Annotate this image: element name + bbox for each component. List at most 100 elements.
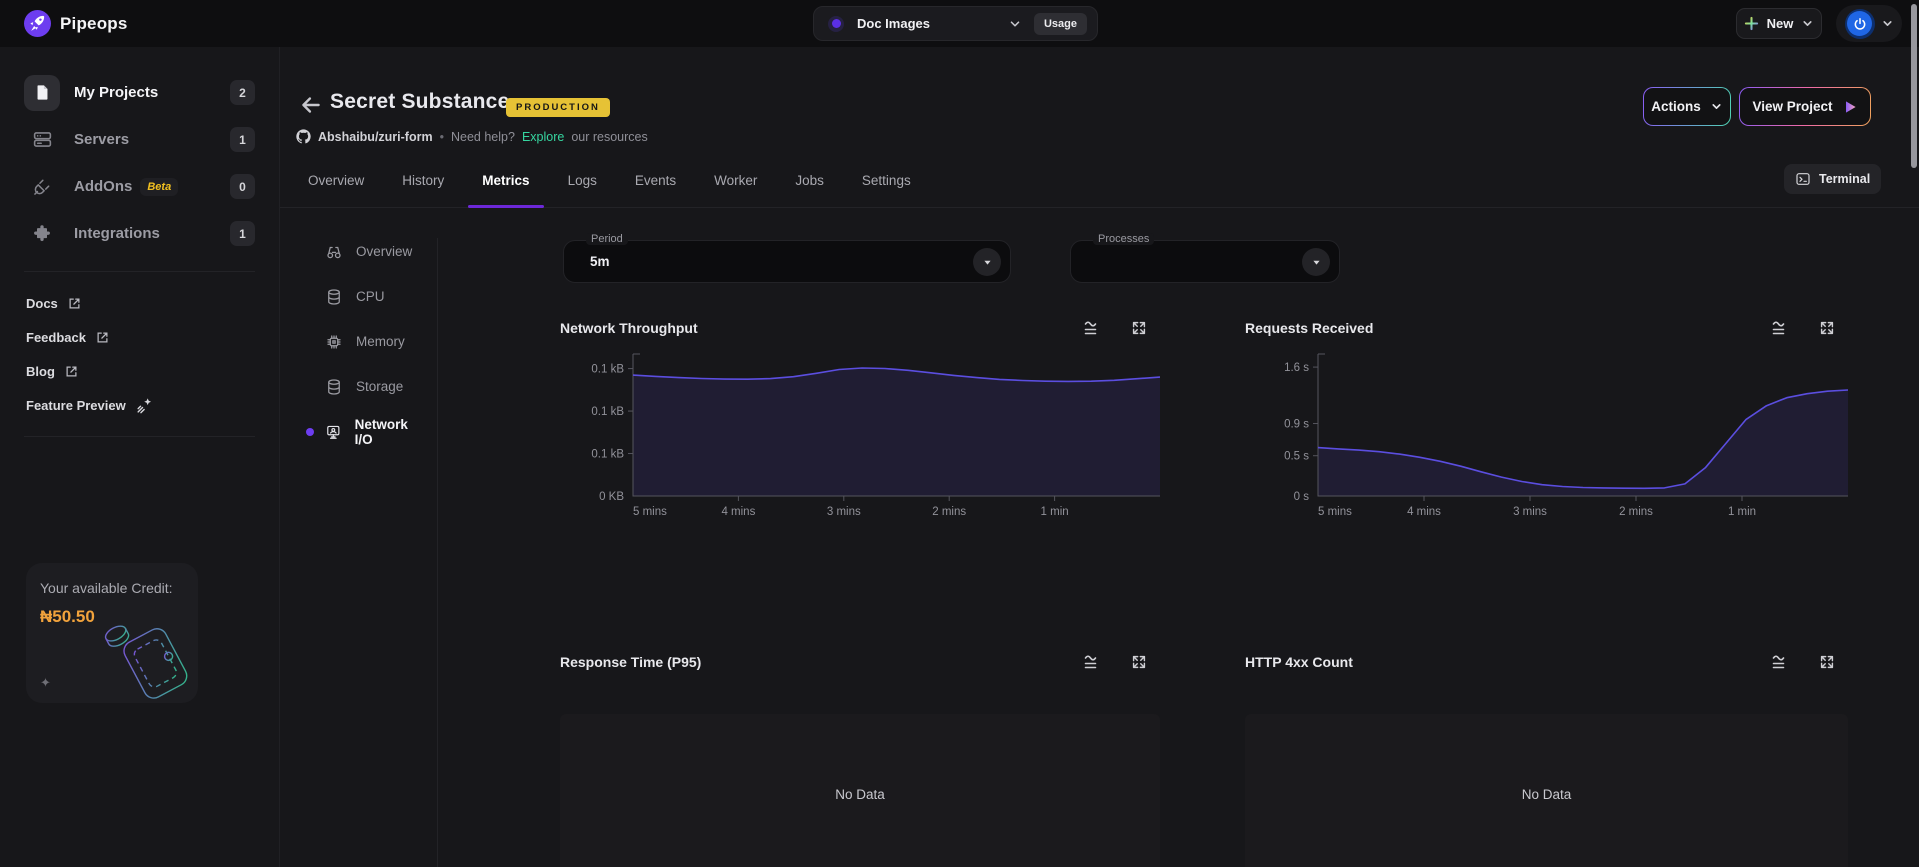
external-link-icon [97,332,108,342]
plus-icon [1744,16,1758,31]
tab-overview[interactable]: Overview [308,170,364,207]
expand-icon[interactable] [1130,319,1148,337]
expand-icon[interactable] [1818,653,1836,671]
sidebar-link-feedback[interactable]: Feedback [0,320,279,354]
link-label: Feedback [26,329,86,345]
power-icon [1854,17,1865,30]
sidebar-item-addons[interactable]: AddOns Beta 0 [0,163,279,210]
tab-jobs[interactable]: Jobs [795,170,824,207]
metrics-nav-cpu[interactable]: CPU [304,274,424,319]
back-button[interactable] [298,92,324,118]
external-link-icon [69,298,80,308]
sidebar-link-docs[interactable]: Docs [0,286,279,320]
tab-worker[interactable]: Worker [714,170,757,207]
chart-card-network-throughput: Network Throughput 0 KB 0.1 kB 0.1 kB 0.1 k… [560,318,1160,522]
new-button[interactable]: New [1736,8,1822,39]
chart-header: Requests Received [1245,318,1848,338]
sidebar-divider [24,271,255,272]
sidebar-item-my-projects[interactable]: My Projects 2 [0,69,279,116]
chart-card-requests-received: Requests Received 0 s 0.5 s 0.9 s 1.6 s 5 mi… [1245,318,1848,522]
metrics-nav-storage[interactable]: Storage [304,364,424,409]
servers-icon [24,122,60,158]
view-project-button[interactable]: View Project [1739,87,1871,126]
usage-badge[interactable]: Usage [1033,12,1087,35]
svg-text:3 mins: 3 mins [827,506,861,518]
metrics-nav-label: CPU [356,289,385,304]
network-io-icon [327,425,340,439]
repo-row: Abshaibu/zuri-form • Need help? Explore … [296,129,648,144]
chart-legend-icon[interactable] [1770,318,1790,338]
period-select[interactable]: Period 5m [563,233,1011,283]
sidebar-divider [24,436,255,437]
projects-file-icon [24,74,60,111]
chevron-down-icon [1882,21,1892,26]
separator-dot: • [439,129,444,144]
app-root: Pipeops Doc Images Usage New My Projects… [0,0,1919,867]
expand-icon[interactable] [1818,319,1836,337]
expand-icon[interactable] [1130,653,1148,671]
link-label: Docs [26,295,58,311]
explore-link[interactable]: Explore [522,130,564,144]
topbar: Pipeops Doc Images Usage New [0,0,1919,47]
tab-metrics[interactable]: Metrics [468,170,544,208]
metrics-nav-memory[interactable]: Memory [304,319,424,364]
svg-text:1.6 s: 1.6 s [1284,362,1309,374]
storage-database-icon [328,378,340,395]
svg-text:0.9 s: 0.9 s [1284,419,1309,431]
svg-text:4 mins: 4 mins [1407,506,1441,518]
project-selector-value: Doc Images [857,16,930,31]
repo-name[interactable]: Abshaibu/zuri-form [318,130,433,144]
chart-legend-icon[interactable] [1770,652,1790,672]
svg-text:1 min: 1 min [1041,506,1069,518]
tab-events[interactable]: Events [635,170,676,207]
servers-count-badge: 1 [230,127,255,152]
chart-legend-icon[interactable] [1082,652,1102,672]
tab-history[interactable]: History [402,170,444,207]
metrics-nav-network-io[interactable]: Network I/O [304,409,424,454]
terminal-icon [1796,173,1810,185]
project-selector-dropdown[interactable]: Doc Images Usage [813,6,1098,41]
brand-logo[interactable]: Pipeops [24,10,128,37]
plug-icon [24,169,60,205]
project-status-dot [828,15,844,32]
sidebar-link-blog[interactable]: Blog [0,354,279,388]
terminal-button[interactable]: Terminal [1784,164,1882,194]
chart-title: Network Throughput [560,320,698,336]
view-project-label: View Project [1752,99,1833,114]
tab-settings[interactable]: Settings [862,170,911,207]
caret-down-icon [983,260,991,265]
no-data-message: No Data [1521,786,1572,802]
svg-text:2 mins: 2 mins [932,506,966,518]
help-suffix: our resources [571,129,648,144]
sidebar-item-servers[interactable]: Servers 1 [0,116,279,163]
sidebar-item-label: Servers [74,131,130,148]
svg-text:0.1 kB: 0.1 kB [591,449,624,461]
arrow-left-icon [302,97,320,113]
metrics-nav-label: Storage [356,379,404,394]
chevron-down-icon [1712,104,1721,109]
dropdown-arrow-button[interactable] [973,248,1001,276]
period-value: 5m [590,254,610,269]
binoculars-icon [327,246,341,258]
sidebar-link-feature-preview[interactable]: Feature Preview [0,388,279,422]
chart-legend-icon[interactable] [1082,318,1102,338]
sidebar-item-integrations[interactable]: Integrations 1 [0,210,279,257]
active-dot [306,427,314,436]
tab-bar: Overview History Metrics Logs Events Wor… [280,170,1919,208]
page-title: Secret Substance [330,90,510,113]
tab-logs[interactable]: Logs [568,170,597,207]
processes-select[interactable]: Processes [1070,233,1340,283]
main-content: Secret Substance PRODUCTION Abshaibu/zur… [280,47,1919,867]
no-data-panel: No Data [560,714,1160,867]
integrations-count-badge: 1 [230,221,255,246]
link-label: Feature Preview [26,397,126,413]
metrics-nav-overview[interactable]: Overview [304,229,424,274]
user-menu[interactable] [1836,5,1902,42]
actions-button[interactable]: Actions [1643,87,1731,126]
terminal-button-label: Terminal [1819,172,1871,186]
chart-header: Response Time (P95) [560,652,1160,672]
actions-button-label: Actions [1651,99,1701,114]
dropdown-arrow-button[interactable] [1302,248,1330,276]
processes-label: Processes [1093,233,1155,245]
beta-badge: Beta [140,177,179,196]
